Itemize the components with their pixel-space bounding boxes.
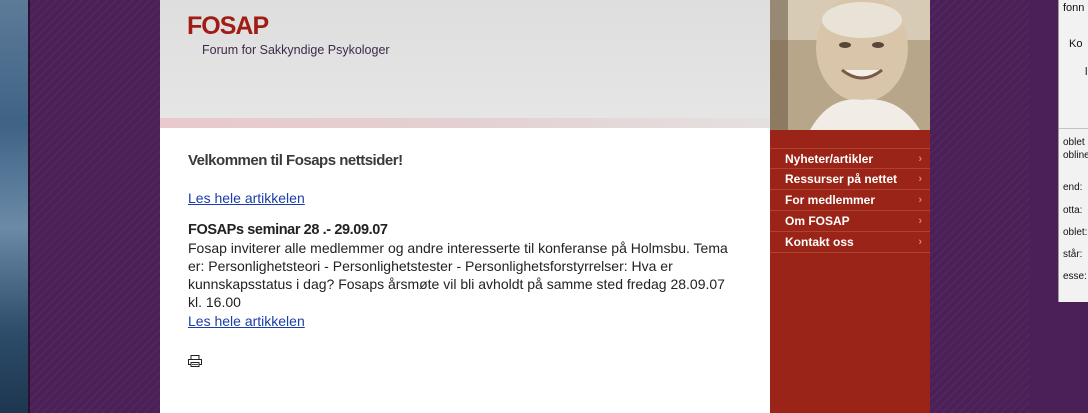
nav-item-contact[interactable]: Kontakt oss › <box>770 232 930 253</box>
nav-item-label: Ressurser på nettet <box>785 172 898 186</box>
desktop-window-edge <box>0 0 30 413</box>
nav-item-resources[interactable]: Ressurser på nettet › <box>770 169 930 190</box>
chevron-right-icon: › <box>918 236 922 248</box>
site-tagline: Forum for Sakkyndige Psykologer <box>202 43 390 57</box>
header-stripe <box>160 118 770 128</box>
chevron-right-icon: › <box>918 173 922 185</box>
window-text-fragment: Ko <box>1069 38 1083 50</box>
window-text-fragment: står: <box>1063 249 1083 260</box>
header-portrait-photo <box>770 0 930 130</box>
nav-item-members[interactable]: For medlemmer › <box>770 190 930 211</box>
chevron-right-icon: › <box>918 153 922 165</box>
site-header: FOSAP Forum for Sakkyndige Psykologer <box>160 0 770 128</box>
window-divider <box>1059 128 1088 129</box>
printer-icon[interactable] <box>188 354 202 367</box>
window-text-fragment: obline <box>1063 150 1088 161</box>
read-more-link-2[interactable]: Les hele artikkelen <box>188 313 305 329</box>
window-text-fragment: fonn <box>1063 2 1085 14</box>
chevron-right-icon: › <box>918 215 922 227</box>
welcome-heading: Velkommen til Fosaps nettsider! <box>188 152 403 169</box>
article-title: FOSAPs seminar 28 .- 29.09.07 <box>188 222 388 238</box>
site-logo[interactable]: FOSAP <box>187 12 269 41</box>
website: FOSAP Forum for Sakkyndige Psykologer Ve… <box>160 0 930 413</box>
window-text-fragment: oblet <box>1063 137 1085 148</box>
side-navigation: Nyheter/artikler › Ressurser på nettet ›… <box>770 130 930 413</box>
nav-item-label: Nyheter/artikler <box>785 152 874 166</box>
read-more-link-1[interactable]: Les hele artikkelen <box>188 190 305 206</box>
nav-item-label: Kontakt oss <box>785 235 854 249</box>
nav-item-news[interactable]: Nyheter/artikler › <box>770 148 930 169</box>
window-text-fragment: esse: <box>1063 271 1087 282</box>
main-content: Velkommen til Fosaps nettsider! Les hele… <box>160 128 770 383</box>
background-window-panel: fonn Ko l oblet obline end: otta: oblet:… <box>1058 0 1088 302</box>
nav-item-label: Om FOSAP <box>785 214 850 228</box>
window-text-fragment: otta: <box>1063 205 1083 216</box>
window-text-fragment: oblet: <box>1063 227 1088 238</box>
window-text-fragment: end: <box>1063 182 1083 193</box>
article-body: Fosap inviterer alle medlemmer og andre … <box>188 240 728 310</box>
main-content-footer <box>160 383 770 413</box>
nav-item-label: For medlemmer <box>785 193 876 207</box>
nav-item-about[interactable]: Om FOSAP › <box>770 211 930 232</box>
chevron-right-icon: › <box>918 194 922 206</box>
window-text-fragment: l <box>1085 66 1088 78</box>
